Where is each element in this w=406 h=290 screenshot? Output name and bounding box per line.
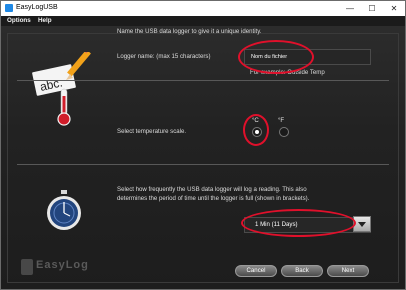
interval-instruction-line2: determines the period of time until the …	[117, 195, 310, 202]
divider	[17, 164, 389, 165]
menu-options[interactable]: Options	[7, 17, 31, 24]
fahrenheit-radio[interactable]	[279, 127, 289, 137]
app-icon	[5, 4, 13, 12]
menu-help[interactable]: Help	[38, 17, 52, 24]
minimize-button[interactable]: —	[339, 1, 361, 16]
title-bar: EasyLogUSB — ☐ ✕	[1, 1, 405, 16]
logger-name-example: For example: Outside Temp	[250, 69, 325, 76]
thermometer-icon	[57, 88, 71, 126]
interval-instruction-line1: Select how frequently the USB data logge…	[117, 186, 307, 193]
interval-select[interactable]: 1 Min (11 Days)	[244, 217, 371, 233]
maximize-button[interactable]: ☐	[361, 1, 383, 16]
close-button[interactable]: ✕	[383, 1, 405, 16]
next-button[interactable]: Next	[327, 265, 369, 277]
logger-name-input[interactable]: Nom du fichier	[244, 49, 371, 65]
name-instruction: Name the USB data logger to give it a un…	[117, 28, 262, 35]
logger-name-label: Logger name: (max 15 characters)	[117, 53, 211, 60]
celsius-radio[interactable]	[252, 127, 262, 137]
back-button[interactable]: Back	[281, 265, 323, 277]
window-title: EasyLogUSB	[16, 4, 58, 11]
cancel-button[interactable]: Cancel	[235, 265, 277, 277]
brand-name: EasyLog	[36, 259, 89, 271]
app-window: EasyLogUSB — ☐ ✕ Options Help abc. Name …	[0, 0, 406, 290]
menu-bar: Options Help	[1, 16, 405, 26]
settings-panel: abc. Name the USB data logger to give it…	[1, 26, 405, 289]
chevron-down-icon[interactable]	[353, 216, 371, 232]
stopwatch-icon	[47, 190, 81, 230]
temp-instruction: Select temperature scale.	[117, 128, 187, 135]
divider	[17, 80, 389, 81]
celsius-label: °C	[252, 117, 259, 124]
fahrenheit-label: °F	[278, 117, 285, 124]
easylog-logo-icon	[21, 259, 33, 275]
